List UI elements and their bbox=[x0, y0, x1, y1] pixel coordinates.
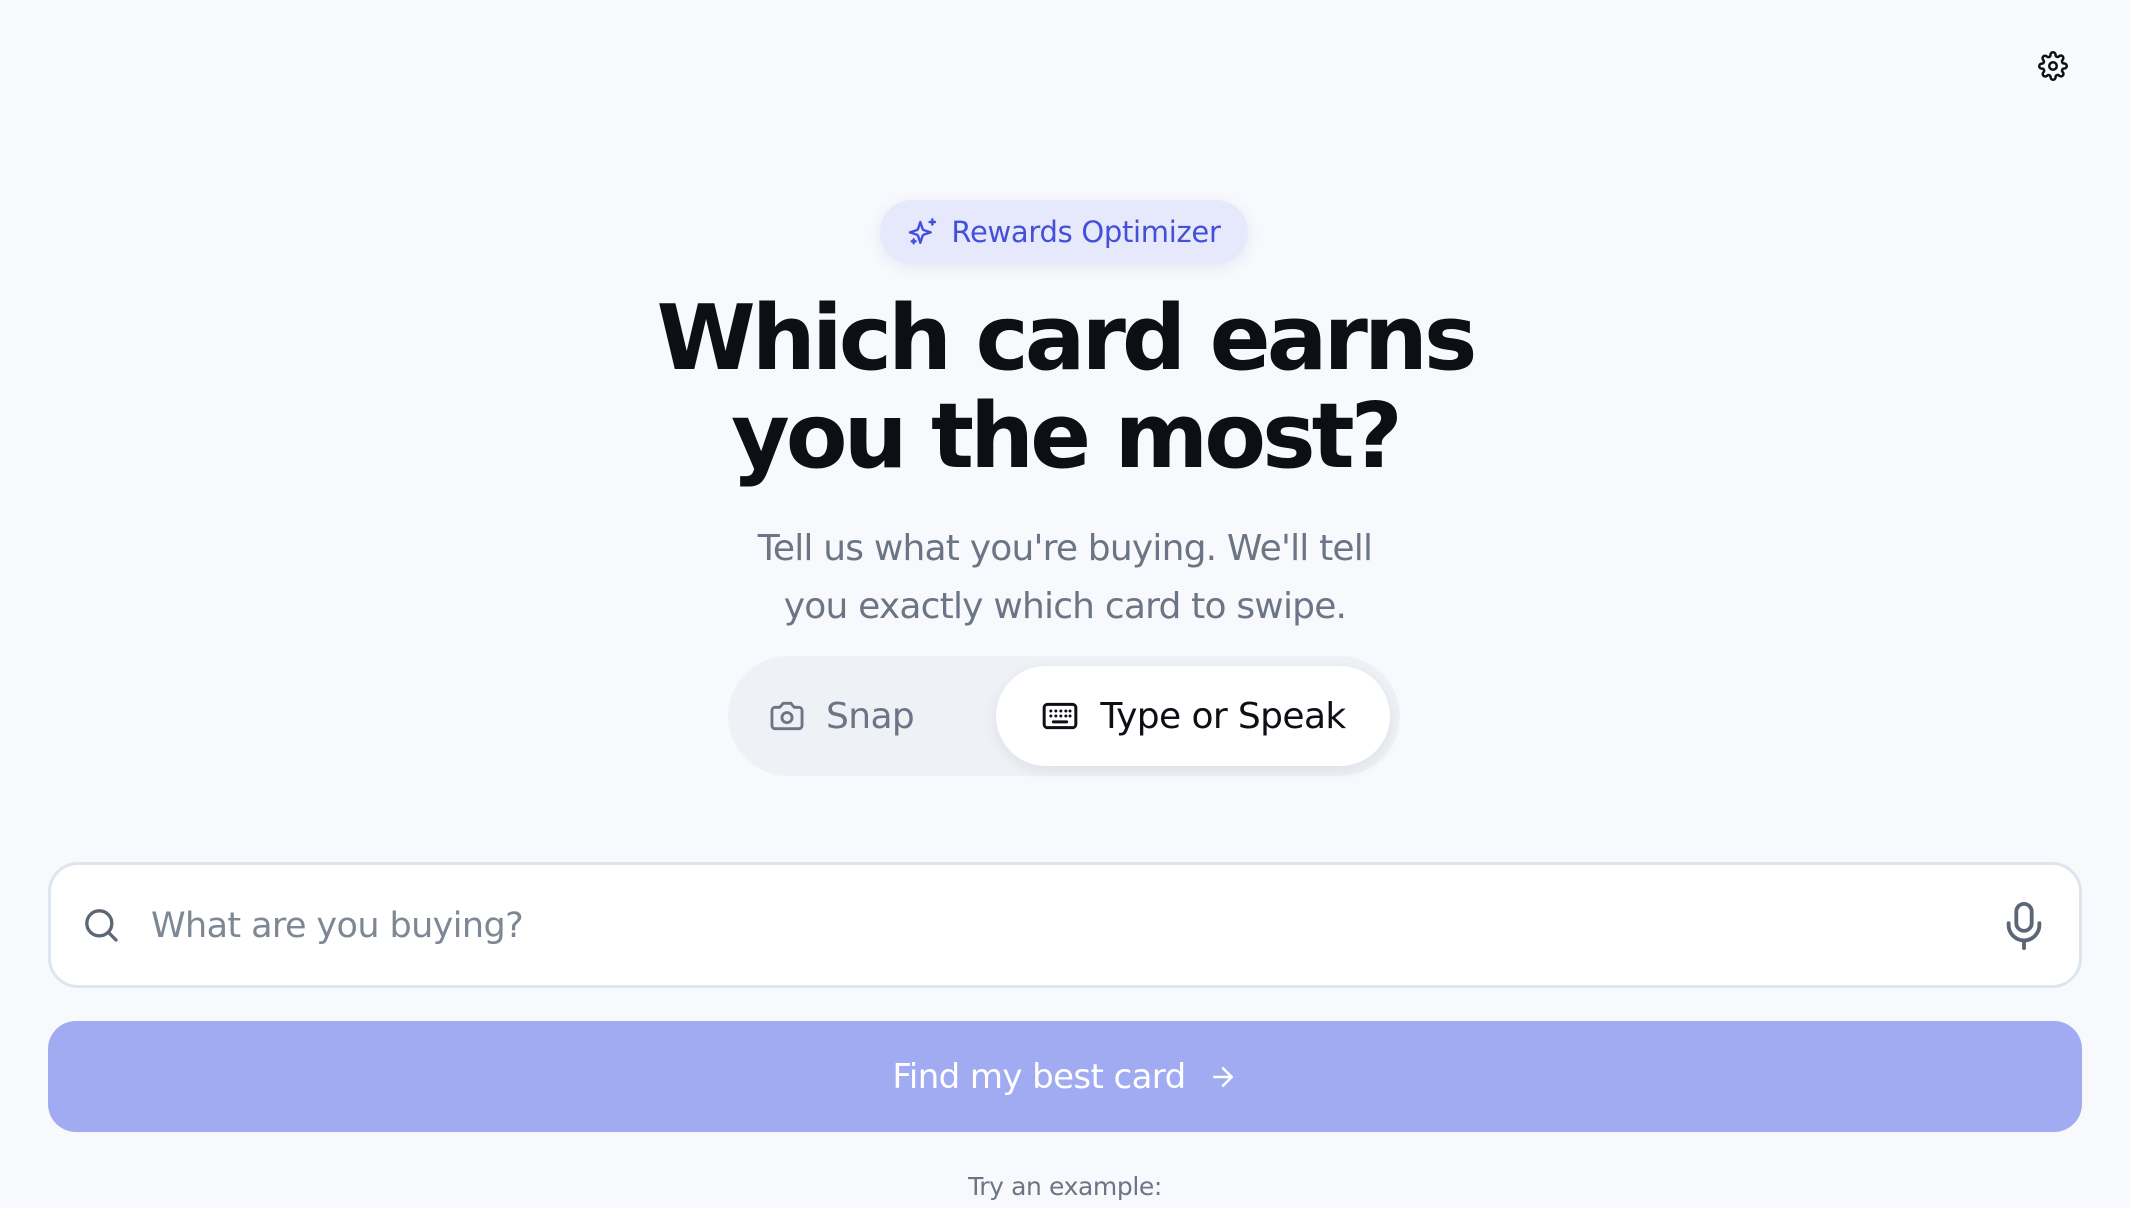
snap-mode-button[interactable]: Snap bbox=[768, 670, 988, 762]
badge-label: Rewards Optimizer bbox=[951, 215, 1221, 249]
headline-line-1: Which card earns bbox=[656, 286, 1478, 391]
search-input[interactable] bbox=[149, 887, 1953, 965]
voice-input-button[interactable] bbox=[2002, 901, 2046, 951]
page: Rewards Optimizer Which card earns you t… bbox=[0, 0, 2130, 1208]
subtitle-line-1: Tell us what you're buying. We'll tell bbox=[757, 528, 1373, 569]
subtitle-line-2: you exactly which card to swipe. bbox=[783, 586, 1347, 627]
page-title: Which card earns you the most? bbox=[0, 290, 2130, 486]
snap-mode-label: Snap bbox=[826, 695, 915, 737]
rewards-optimizer-badge: Rewards Optimizer bbox=[880, 200, 1248, 264]
arrow-right-icon bbox=[1212, 1066, 1233, 1087]
try-example-label: Try an example: bbox=[968, 1172, 1162, 1201]
input-mode-toggle: Snap Type or Speak bbox=[728, 656, 1400, 776]
gear-icon bbox=[2038, 51, 2068, 81]
sparkles-icon bbox=[909, 218, 937, 245]
find-best-card-button[interactable]: Find my best card bbox=[48, 1021, 2082, 1132]
headline-line-2: you the most? bbox=[731, 384, 1403, 489]
microphone-icon bbox=[2006, 901, 2042, 951]
type-or-speak-mode-button[interactable]: Type or Speak bbox=[996, 666, 1390, 766]
camera-icon bbox=[770, 701, 804, 731]
settings-button[interactable] bbox=[2037, 50, 2069, 82]
search-icon bbox=[85, 909, 118, 942]
page-subtitle: Tell us what you're buying. We'll tell y… bbox=[0, 520, 2130, 636]
find-best-card-label: Find my best card bbox=[892, 1056, 1186, 1097]
search-field bbox=[48, 862, 2082, 988]
keyboard-icon bbox=[1042, 702, 1078, 730]
type-or-speak-mode-label: Type or Speak bbox=[1100, 695, 1346, 737]
